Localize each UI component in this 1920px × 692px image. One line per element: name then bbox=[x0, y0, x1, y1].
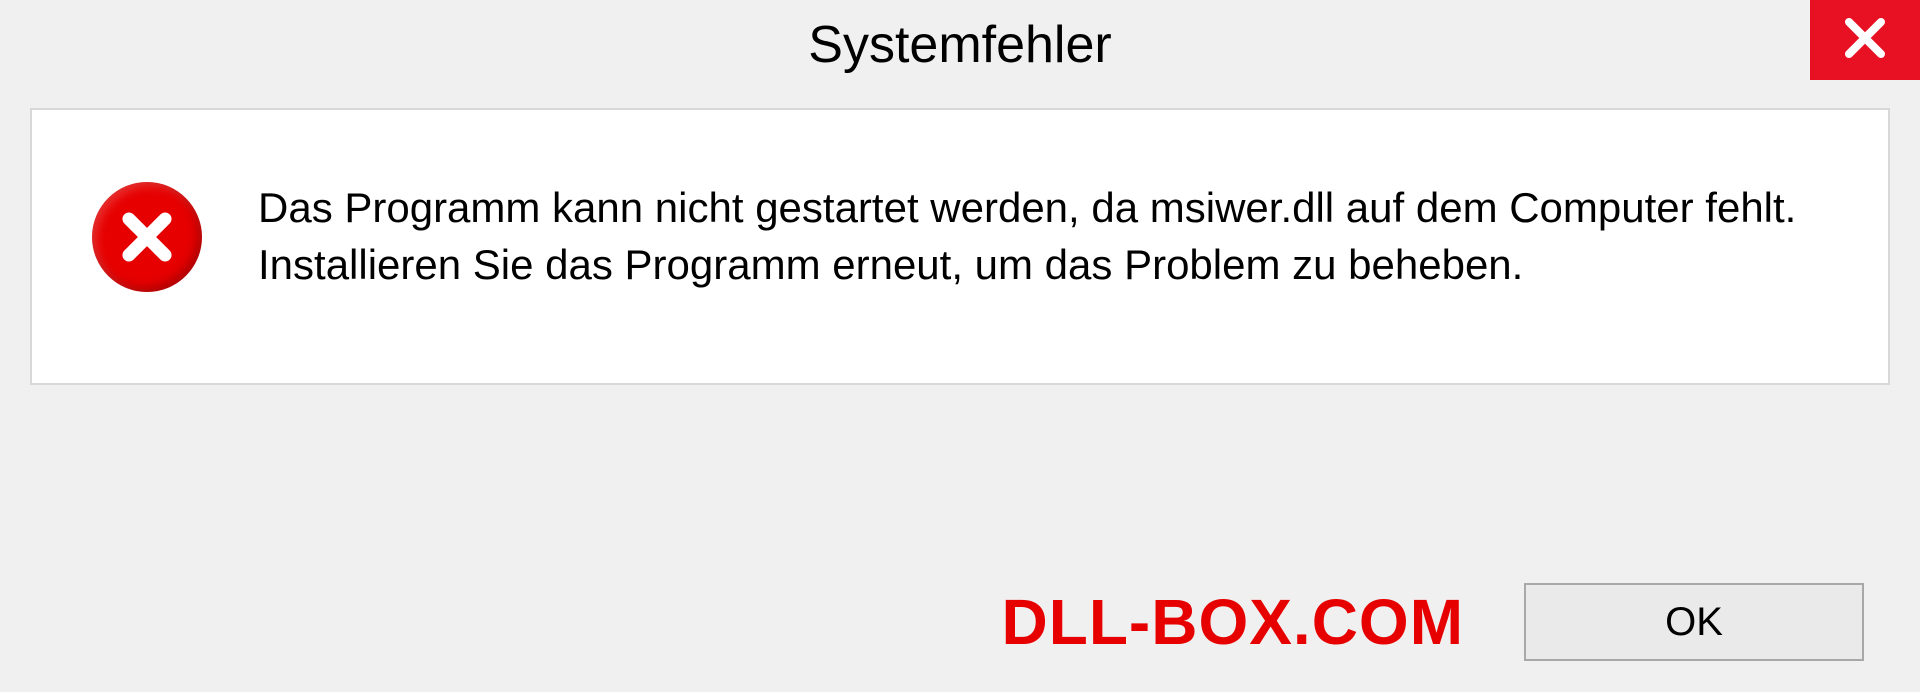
close-button[interactable] bbox=[1810, 0, 1920, 80]
close-icon bbox=[1841, 14, 1889, 67]
content-frame: Das Programm kann nicht gestartet werden… bbox=[30, 108, 1890, 385]
error-message: Das Programm kann nicht gestartet werden… bbox=[258, 180, 1838, 293]
error-icon bbox=[92, 182, 202, 292]
ok-button[interactable]: OK bbox=[1524, 583, 1864, 661]
titlebar: Systemfehler bbox=[0, 0, 1920, 90]
watermark-text: DLL-BOX.COM bbox=[1002, 585, 1465, 659]
dialog-title: Systemfehler bbox=[808, 15, 1111, 75]
footer: DLL-BOX.COM OK bbox=[0, 572, 1920, 692]
